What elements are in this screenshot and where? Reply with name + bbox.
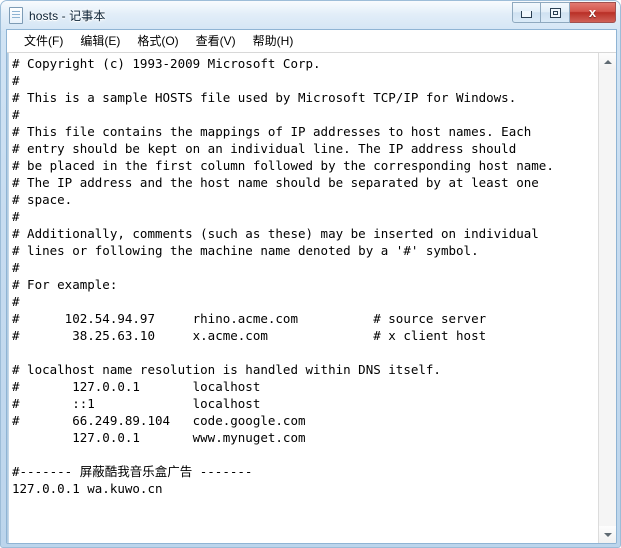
maximize-icon xyxy=(549,7,561,18)
editor-line: # ::1 localhost xyxy=(12,396,261,411)
editor-line: # space. xyxy=(12,192,73,207)
scrollbar-track[interactable] xyxy=(599,70,616,526)
close-button[interactable]: x xyxy=(570,2,616,23)
window-title: hosts - 记事本 xyxy=(29,8,106,23)
editor-line: # This is a sample HOSTS file used by Mi… xyxy=(12,90,517,105)
scroll-down-icon xyxy=(603,532,612,537)
editor-line: # Copyright (c) 1993-2009 Microsoft Corp… xyxy=(12,56,321,71)
editor-line: 127.0.0.1 wa.kuwo.cn xyxy=(12,481,163,496)
menu-file[interactable]: 文件(F) xyxy=(16,30,72,51)
menu-bar: 文件(F) 编辑(E) 格式(O) 查看(V) 帮助(H) xyxy=(7,30,616,52)
editor-line: # entry should be kept on an individual … xyxy=(12,141,517,156)
minimize-button[interactable] xyxy=(512,2,541,23)
close-icon: x xyxy=(588,5,597,20)
editor-line: #------- 屏蔽酷我音乐盒广告 ------- xyxy=(12,464,253,479)
editor-line: # xyxy=(12,260,20,275)
vertical-scrollbar[interactable] xyxy=(598,53,616,543)
minimize-icon xyxy=(521,10,532,18)
scroll-up-button[interactable] xyxy=(599,53,616,70)
scroll-down-button[interactable] xyxy=(599,526,616,543)
editor-line: # be placed in the first column followed… xyxy=(12,158,554,173)
title-bar[interactable]: hosts - 记事本 x xyxy=(1,1,620,29)
editor-line: # 66.249.89.104 code.google.com xyxy=(12,413,306,428)
window-controls: x xyxy=(512,2,616,23)
menu-format[interactable]: 格式(O) xyxy=(129,30,187,51)
notepad-window: hosts - 记事本 x 文件(F) 编辑(E) 格式(O) 查看(V) 帮助(H) … xyxy=(0,0,621,548)
notepad-document-icon xyxy=(7,7,23,24)
menu-edit[interactable]: 编辑(E) xyxy=(72,30,129,51)
editor-line: # 102.54.94.97 rhino.acme.com # source s… xyxy=(12,311,487,326)
editor-line: # The IP address and the host name shoul… xyxy=(12,175,539,190)
editor-line: # xyxy=(12,73,20,88)
editor-line: # lines or following the machine name de… xyxy=(12,243,479,258)
editor-line: # This file contains the mappings of IP … xyxy=(12,124,532,139)
editor-line: 127.0.0.1 www.mynuget.com xyxy=(12,430,306,445)
text-editor[interactable]: # Copyright (c) 1993-2009 Microsoft Corp… xyxy=(9,53,598,543)
editor-region: # Copyright (c) 1993-2009 Microsoft Corp… xyxy=(7,52,616,543)
maximize-button[interactable] xyxy=(541,2,570,23)
editor-line: # localhost name resolution is handled w… xyxy=(12,362,441,377)
editor-line: # xyxy=(12,294,20,309)
client-area: 文件(F) 编辑(E) 格式(O) 查看(V) 帮助(H) # Copyright (c… xyxy=(6,29,617,544)
menu-help[interactable]: 帮助(H) xyxy=(245,30,303,51)
editor-line: # xyxy=(12,209,20,224)
editor-line: # Additionally, comments (such as these)… xyxy=(12,226,539,241)
scroll-up-icon xyxy=(603,59,612,64)
editor-line: # For example: xyxy=(12,277,118,292)
editor-line: # xyxy=(12,107,20,122)
editor-line: # 38.25.63.10 x.acme.com # x client host xyxy=(12,328,487,343)
menu-view[interactable]: 查看(V) xyxy=(188,30,245,51)
editor-line: # 127.0.0.1 localhost xyxy=(12,379,261,394)
